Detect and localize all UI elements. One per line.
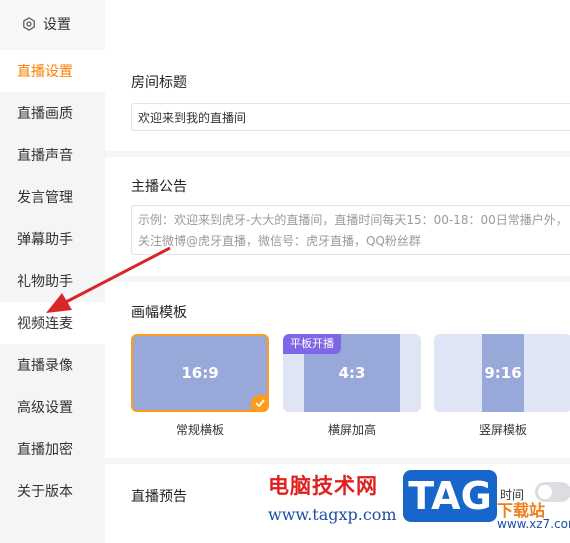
watermark-site-url: www.tagxp.com (268, 505, 397, 524)
settings-header-label: 设置 (43, 17, 71, 33)
divider (105, 276, 570, 282)
room-title-input[interactable]: 欢迎来到我的直播间 (131, 103, 570, 131)
room-title-label: 房间标题 (131, 75, 187, 91)
xz-logo-url: www.xz7.com (497, 517, 570, 531)
sidebar-item-live-settings[interactable]: 直播设置 (0, 50, 105, 92)
announcement-placeholder-line2: 关注微博@虎牙直播，微信号：虎牙直播，QQ粉丝群 (138, 234, 421, 248)
sidebar-item-gift-assistant[interactable]: 礼物助手 (0, 260, 105, 302)
tag-logo: TAG (403, 470, 497, 522)
sidebar-item-advanced[interactable]: 高级设置 (0, 386, 105, 428)
divider (105, 458, 570, 464)
template-card-9-16[interactable]: 9:16 (434, 334, 570, 412)
watermark-site-name: 电脑技术网 (268, 474, 378, 498)
check-icon (251, 395, 267, 410)
sidebar-item-chat-management[interactable]: 发言管理 (0, 176, 105, 218)
template-card-16-9[interactable]: 16:9 (131, 334, 269, 412)
sidebar-item-encryption[interactable]: 直播加密 (0, 428, 105, 470)
sidebar-item-danmaku-assistant[interactable]: 弹幕助手 (0, 218, 105, 260)
sidebar-item-video-link[interactable]: 视频连麦 (0, 302, 105, 344)
divider (105, 151, 570, 157)
announcement-placeholder-line1: 示例：欢迎来到虎牙-大大的直播间，直播时间每天15：00-18：00日常播户外， (138, 213, 568, 227)
sidebar-item-audio[interactable]: 直播声音 (0, 134, 105, 176)
settings-header: 设置 (0, 0, 105, 48)
template-name: 横屏加高 (327, 423, 376, 437)
sidebar: 设置 直播设置 直播画质 直播声音 发言管理 弹幕助手 礼物助手 视频连麦 直播… (0, 0, 105, 543)
template-name: 竖屏模板 (478, 423, 527, 437)
tablet-live-badge: 平板开播 (283, 334, 341, 354)
preview-label: 直播预告 (131, 489, 187, 505)
template-ratio: 16:9 (181, 364, 219, 382)
announcement-textarea[interactable]: 示例：欢迎来到虎牙-大大的直播间，直播时间每天15：00-18：00日常播户外，… (131, 205, 570, 255)
template-name: 常规横板 (175, 423, 224, 437)
sidebar-item-recording[interactable]: 直播录像 (0, 344, 105, 386)
template-ratio: 9:16 (484, 364, 522, 382)
sidebar-item-about[interactable]: 关于版本 (0, 470, 105, 512)
gear-icon (22, 17, 36, 31)
template-card-4-3[interactable]: 4:3 平板开播 (283, 334, 421, 412)
announcement-label: 主播公告 (131, 179, 187, 195)
sidebar-item-quality[interactable]: 直播画质 (0, 92, 105, 134)
template-label: 画幅模板 (131, 305, 187, 321)
